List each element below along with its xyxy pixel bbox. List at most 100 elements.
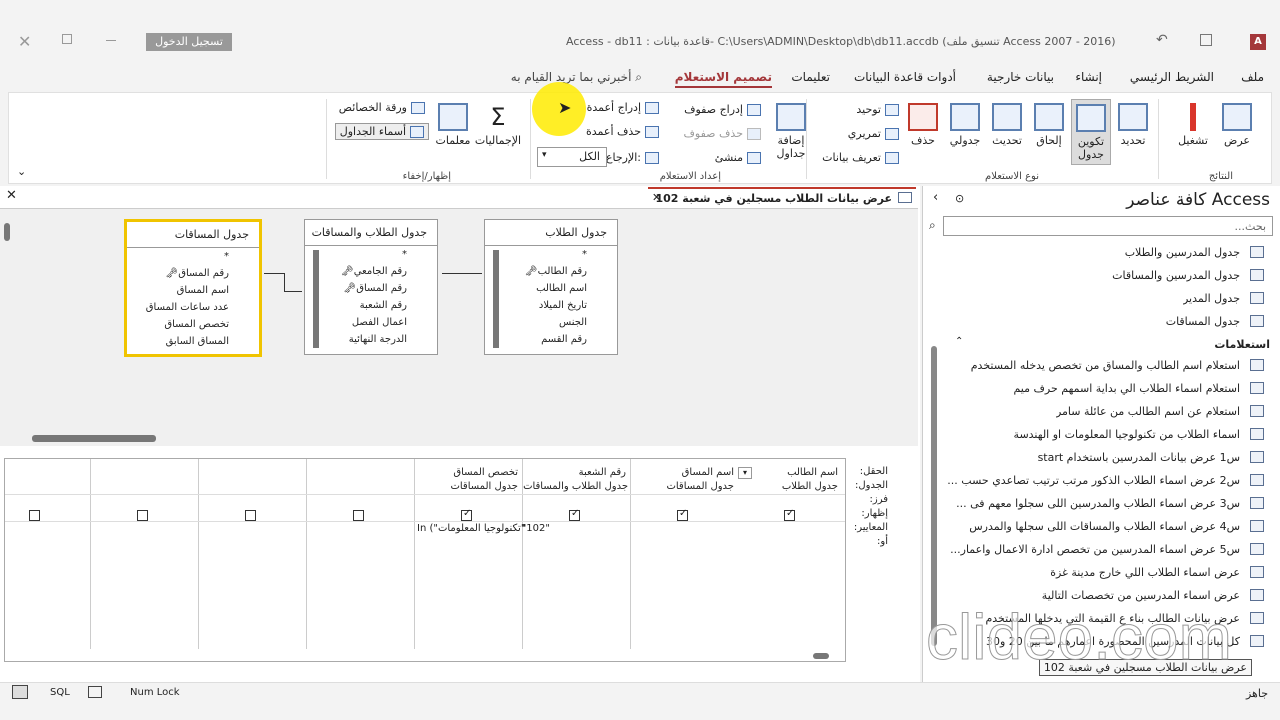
table-field[interactable]: تخصص المساق (127, 316, 259, 333)
show-checkbox[interactable] (29, 510, 40, 521)
delete-query-button[interactable]: حذف (903, 103, 943, 147)
collapse-pane-icon[interactable]: ‹ (933, 190, 938, 205)
run-button[interactable]: تشغيل (1171, 103, 1215, 147)
show-checkbox[interactable] (569, 508, 580, 521)
grid-col[interactable] (90, 459, 198, 649)
field-cell[interactable]: اسم المساق (682, 467, 734, 478)
scrollbar[interactable] (313, 250, 319, 348)
nav-table-item[interactable]: جدول المدرسين والطلاب (1125, 246, 1240, 259)
table-field[interactable]: الجنس (485, 314, 617, 331)
nav-table-item[interactable]: جدول المدرسين والمساقات (1112, 269, 1240, 282)
tab-external-data[interactable]: بيانات خارجية (987, 70, 1054, 84)
field-cell[interactable]: اسم الطالب (787, 467, 838, 478)
field-all[interactable]: * (127, 248, 259, 265)
horizontal-scrollbar[interactable] (813, 653, 829, 659)
tell-me-search[interactable]: أخبرني بما تريد القيام به ⌕ (511, 70, 642, 85)
show-checkbox[interactable] (353, 510, 364, 521)
table-field[interactable]: اسم الطالب (485, 280, 617, 297)
vertical-scrollbar[interactable] (4, 223, 10, 241)
datasheet-view-icon[interactable] (88, 686, 102, 698)
table-cell[interactable]: جدول الطلاب (782, 481, 838, 492)
nav-query-item[interactable]: عرض اسماء الطلاب اللي خارج مدينة غزة (1050, 566, 1240, 579)
tab-create[interactable]: إنشاء (1075, 70, 1102, 84)
nav-query-item[interactable]: س2 عرض اسماء الطلاب الذكور مرتب ترتيب تص… (947, 474, 1240, 487)
tab-database-tools[interactable]: أدوات قاعدة البيانات (854, 70, 956, 84)
table-cell[interactable]: جدول المساقات (450, 481, 518, 492)
undo-icon[interactable]: ↶ (1156, 32, 1168, 48)
grid-col[interactable] (306, 459, 414, 649)
nav-query-item[interactable]: استعلام عن اسم الطالب من عائلة سامر (1056, 405, 1240, 418)
chevron-down-icon[interactable]: ▾ (738, 467, 752, 479)
show-checkbox[interactable] (784, 508, 795, 521)
crosstab-query-button[interactable]: جدولي (945, 103, 985, 147)
nav-query-item[interactable]: س1 عرض بيانات المدرسين باستخدام start (1038, 451, 1240, 464)
grid-col[interactable] (5, 459, 90, 649)
table-cell[interactable]: جدول الطلاب والمساقات (523, 481, 628, 492)
passthrough-button[interactable]: تمريري (848, 127, 899, 140)
search-icon[interactable]: ⌕ (929, 218, 936, 233)
chevron-up-icon[interactable]: ⌃ (955, 336, 963, 347)
field-key[interactable]: رقم المساق🗝 (305, 280, 437, 297)
show-checkbox[interactable] (461, 508, 472, 521)
nav-table-item[interactable]: جدول المساقات (1166, 315, 1240, 328)
select-query-button[interactable]: تحديد (1113, 103, 1153, 147)
property-sheet-button[interactable]: ورقة الخصائص (339, 101, 425, 114)
table-box-student-courses[interactable]: جدول الطلاب والمساقات * رقم الجامعي🗝 رقم… (304, 219, 438, 355)
show-checkbox[interactable] (137, 510, 148, 521)
close-tab-icon[interactable]: ✕ (652, 191, 661, 204)
table-field[interactable]: عدد ساعات المساق (127, 299, 259, 316)
tab-home[interactable]: الشريط الرئيسي (1130, 70, 1214, 84)
update-query-button[interactable]: تحديث (987, 103, 1027, 147)
grid-col[interactable]: تخصص المساق جدول المساقات In ("تكنولوجيا… (414, 459, 525, 649)
tab-file[interactable]: ملف (1241, 70, 1264, 84)
nav-search-input[interactable]: بحث... (943, 216, 1273, 236)
field-key[interactable]: رقم المساق🗝 (127, 265, 259, 282)
nav-query-item[interactable]: استعلام اسم الطالب والمساق من تخصص يدخله… (971, 359, 1240, 372)
field-key[interactable]: رقم الطالب🗝 (485, 263, 617, 280)
queries-section-header[interactable]: استعلامات (1214, 338, 1270, 351)
design-view-icon[interactable] (12, 685, 28, 699)
grid-col[interactable]: اسم المساق جدول المساقات (630, 459, 738, 649)
close-document-icon[interactable]: ✕ (6, 188, 17, 203)
nav-query-item[interactable]: اسماء الطلاب من تكنولوجيا المعلومات او ا… (1014, 428, 1240, 441)
minimize-window-icon[interactable] (106, 40, 116, 41)
table-field[interactable]: اعمال الفصل (305, 314, 437, 331)
show-checkbox[interactable] (245, 510, 256, 521)
table-field[interactable]: اسم المساق (127, 282, 259, 299)
collapse-ribbon-icon[interactable]: ⌄ (17, 165, 26, 178)
table-field[interactable]: رقم الشعبة (305, 297, 437, 314)
scrollbar[interactable] (493, 250, 499, 348)
grid-col[interactable]: اسم الطالب جدول الطلاب ▾ (738, 459, 846, 649)
builder-button[interactable]: منشئ (715, 151, 761, 164)
tab-help[interactable]: تعليمات (791, 70, 830, 84)
field-key[interactable]: رقم الجامعي🗝 (305, 263, 437, 280)
nav-query-item[interactable]: س4 عرض اسماء الطلاب والمساقات اللى سجلها… (969, 520, 1240, 533)
table-field[interactable]: الدرجة النهائية (305, 331, 437, 348)
restore-window-icon[interactable] (62, 34, 72, 44)
grid-col[interactable] (198, 459, 306, 649)
make-table-button[interactable]: تكوين جدول (1071, 99, 1111, 165)
nav-menu-icon[interactable]: ⊙ (955, 192, 964, 205)
close-window-icon[interactable]: ✕ (18, 32, 31, 51)
field-cell[interactable]: تخصص المساق (453, 467, 518, 478)
table-box-courses[interactable]: جدول المساقات * رقم المساق🗝 اسم المساق ع… (124, 219, 262, 357)
table-field[interactable]: تاريخ الميلاد (485, 297, 617, 314)
field-all[interactable]: * (305, 246, 437, 263)
nav-query-item[interactable]: س5 عرض اسماء المدرسين من تخصص ادارة الاع… (950, 543, 1240, 556)
tab-query-design[interactable]: تصميم الاستعلام (674, 70, 772, 88)
document-tab[interactable]: عرض بيانات الطلاب مسجلين في شعبة 102 ✕ (648, 187, 916, 207)
add-tables-button[interactable]: إضافة جداول (769, 103, 813, 160)
criteria-cell[interactable]: In ("تكنولوجيا المعلومات" (417, 523, 525, 534)
table-box-students[interactable]: جدول الطلاب * رقم الطالب🗝 اسم الطالب تار… (484, 219, 618, 355)
sql-view-button[interactable]: SQL (50, 687, 70, 698)
totals-button[interactable]: Σ الإجماليات (473, 103, 523, 147)
insert-rows-button[interactable]: إدراج صفوف (684, 103, 761, 116)
nav-table-item[interactable]: جدول المدير (1183, 292, 1240, 305)
field-all[interactable]: * (485, 246, 617, 263)
save-icon[interactable] (1200, 34, 1212, 46)
field-cell[interactable]: رقم الشعبة (579, 467, 626, 478)
table-names-button[interactable]: أسماء الجداول (334, 123, 429, 140)
table-field[interactable]: رقم القسم (485, 331, 617, 348)
table-field[interactable]: المساق السابق (127, 333, 259, 350)
data-definition-button[interactable]: تعريف بيانات (822, 151, 899, 164)
